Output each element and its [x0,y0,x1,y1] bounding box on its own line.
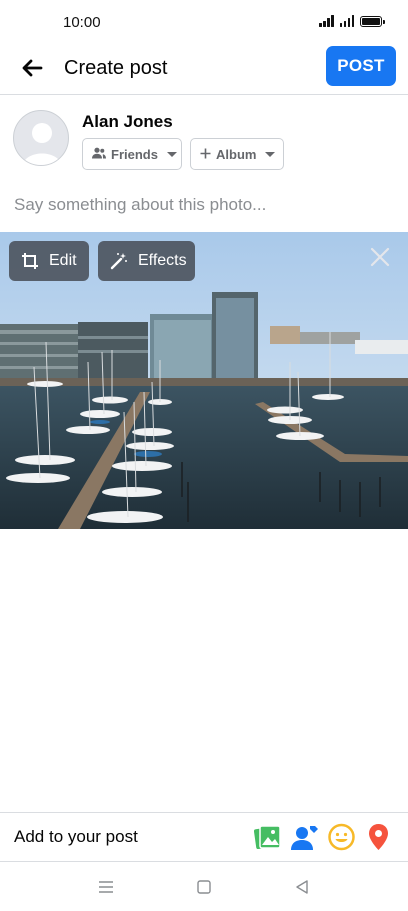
post-button[interactable]: POST [326,46,396,86]
back-icon[interactable] [293,878,311,896]
page-title: Create post [64,57,168,79]
tag-people-icon[interactable] [291,823,318,851]
magic-wand-icon [110,252,128,270]
status-time: 10:00 [63,14,101,31]
location-icon[interactable] [365,823,392,851]
chevron-down-icon [265,151,276,157]
attached-photo: Edit Effects [0,232,408,529]
audience-selector[interactable]: Friends [82,138,182,170]
caption-input[interactable]: Say something about this photo... [14,195,394,215]
home-icon[interactable] [195,878,213,896]
back-arrow-icon[interactable] [20,56,44,80]
status-bar: 10:00 [0,0,408,44]
status-icons [319,15,385,27]
edit-label: Edit [49,252,77,269]
close-icon[interactable] [370,247,390,267]
edit-photo-button[interactable]: Edit [9,241,89,281]
add-to-post-label: Add to your post [14,827,138,846]
photo-icon[interactable] [253,823,281,851]
feeling-icon[interactable] [328,823,355,851]
create-post-screen: 10:00 Create post POST Alan Jones Friend… [0,0,408,911]
effects-button[interactable]: Effects [98,241,195,281]
effects-label: Effects [138,252,187,269]
menu-icon[interactable] [97,878,115,896]
battery-icon [360,16,385,27]
album-selector[interactable]: Album [190,138,284,170]
chevron-down-icon [166,151,177,157]
signal-icon [319,15,334,27]
crop-icon [21,252,39,270]
author-name: Alan Jones [82,112,173,131]
friends-icon [92,147,106,162]
album-label: Album [216,146,257,162]
add-to-post-icons [253,823,392,851]
avatar [13,110,69,166]
system-nav-bar [0,862,408,911]
add-to-post-bar[interactable]: Add to your post [0,812,408,862]
audience-label: Friends [111,146,158,162]
header: Create post POST [0,44,408,95]
plus-icon [200,147,211,162]
signal-icon-2 [339,15,354,27]
